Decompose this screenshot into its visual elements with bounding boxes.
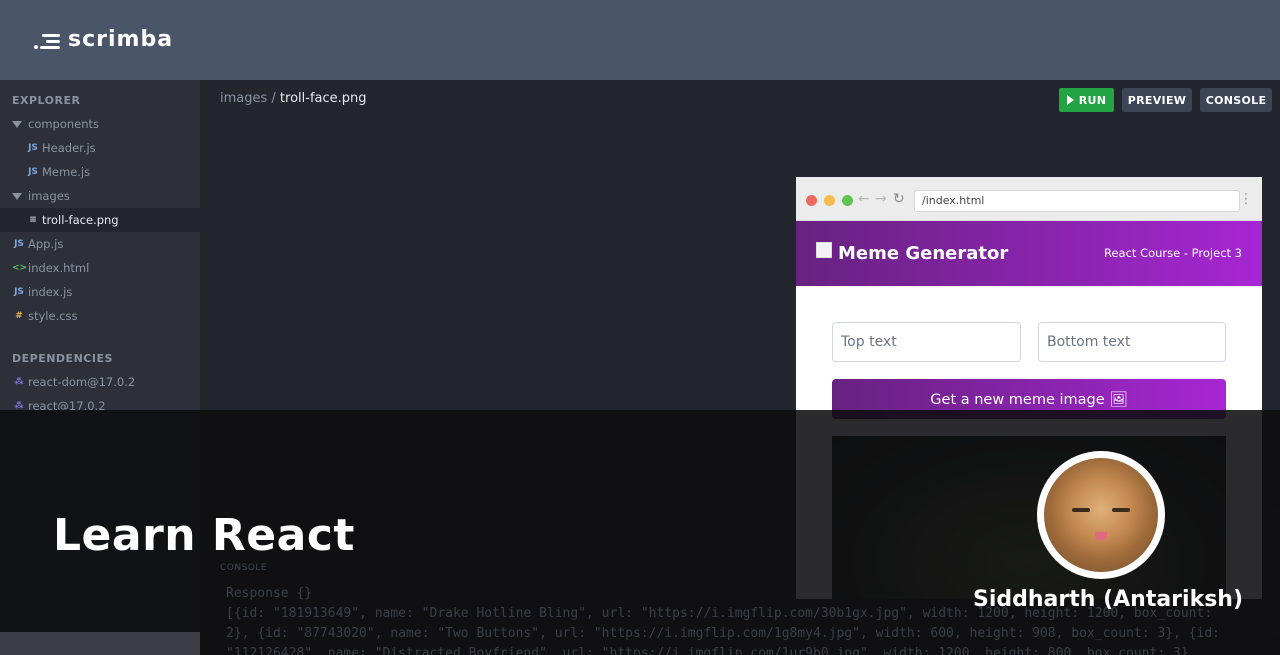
console-button[interactable]: CONSOLE <box>1200 88 1272 112</box>
chevron-down-icon <box>12 120 22 128</box>
explorer-heading: EXPLORER <box>12 94 81 107</box>
css-file-icon: # <box>15 311 23 321</box>
tree-folder-images[interactable]: images <box>0 184 200 208</box>
meme-header: Meme Generator React Course - Project 3 <box>796 221 1262 286</box>
console-heading: CONSOLE <box>220 563 268 573</box>
instructor-avatar <box>1037 451 1165 579</box>
broken-image-icon <box>816 242 832 258</box>
run-button[interactable]: RUN <box>1059 88 1114 112</box>
tree-item-label: index.html <box>28 261 90 275</box>
tree-item-label: Meme.js <box>42 165 91 179</box>
preview-button[interactable]: PREVIEW <box>1122 88 1192 112</box>
top-text-input[interactable]: Top text <box>832 322 1021 362</box>
tree-file-troll-face[interactable]: ≡ troll-face.png <box>0 208 200 232</box>
tree-item-label: index.js <box>28 285 73 299</box>
dependencies-heading: DEPENDENCIES <box>12 352 113 365</box>
meme-app-title: Meme Generator <box>838 243 1009 264</box>
breadcrumb: images / troll-face.png <box>220 91 367 106</box>
js-file-icon: JS <box>28 143 38 153</box>
package-icon: ⁂ <box>14 377 24 387</box>
close-window-icon[interactable] <box>806 195 817 206</box>
tree-file-header-js[interactable]: JS Header.js <box>0 136 200 160</box>
dependency-react-dom[interactable]: ⁂ react-dom@17.0.2 <box>0 370 200 394</box>
scrimba-logo[interactable]: scrimba <box>34 27 173 52</box>
html-file-icon: <> <box>12 263 28 273</box>
thumbnail-strip <box>0 632 200 655</box>
tree-file-index-js[interactable]: JS index.js <box>0 280 200 304</box>
dependency-label: react-dom@17.0.2 <box>28 375 136 389</box>
tree-item-label: components <box>28 117 100 131</box>
minimize-window-icon[interactable] <box>824 195 835 206</box>
tree-item-label: App.js <box>28 237 64 251</box>
tree-file-app-js[interactable]: JS App.js <box>0 232 200 256</box>
url-bar[interactable]: /index.html <box>914 190 1240 212</box>
cat-photo <box>1044 458 1158 572</box>
image-file-icon: ≡ <box>29 215 37 225</box>
breadcrumb-folder[interactable]: images / <box>220 91 276 106</box>
tree-file-index-html[interactable]: <> index.html <box>0 256 200 280</box>
tree-item-label: style.css <box>28 309 78 323</box>
meme-app-subtitle: React Course - Project 3 <box>1103 246 1242 260</box>
js-file-icon: JS <box>14 287 24 297</box>
bottom-text-input[interactable]: Bottom text <box>1038 322 1226 362</box>
tree-item-label: Header.js <box>42 141 96 155</box>
top-bar: scrimba <box>0 0 1280 80</box>
instructor-name: Siddharth (Antariksh) <box>973 587 1244 612</box>
forward-arrow-icon[interactable]: → <box>875 191 887 207</box>
tree-item-label: images <box>28 189 70 203</box>
console-line: "112126428", name: "Distracted Boyfriend… <box>226 646 1197 655</box>
tree-item-label: troll-face.png <box>42 213 119 227</box>
play-icon <box>1066 95 1074 105</box>
brand-name: scrimba <box>68 27 174 52</box>
js-file-icon: JS <box>14 239 24 249</box>
js-file-icon: JS <box>28 167 38 177</box>
maximize-window-icon[interactable] <box>842 195 853 206</box>
breadcrumb-file: troll-face.png <box>279 91 367 106</box>
run-label: RUN <box>1078 93 1107 107</box>
scrimba-logo-icon <box>34 31 60 49</box>
preview-label: PREVIEW <box>1127 93 1187 107</box>
console-label: CONSOLE <box>1205 93 1267 107</box>
reload-icon[interactable]: ↻ <box>893 191 905 207</box>
tree-file-style-css[interactable]: # style.css <box>0 304 200 328</box>
console-line: 2}, {id: "87743020", name: "Two Buttons"… <box>226 626 1220 641</box>
console-line: Response {} <box>226 586 313 601</box>
tree-file-meme-js[interactable]: JS Meme.js <box>0 160 200 184</box>
back-arrow-icon[interactable]: ← <box>858 191 870 207</box>
course-title: Learn React <box>53 510 355 561</box>
tree-folder-components[interactable]: components <box>0 112 200 136</box>
more-options-icon[interactable]: ⋮ <box>1239 191 1253 207</box>
chevron-down-icon <box>12 192 22 200</box>
browser-chrome: ← → ↻ /index.html ⋮ <box>796 177 1262 221</box>
